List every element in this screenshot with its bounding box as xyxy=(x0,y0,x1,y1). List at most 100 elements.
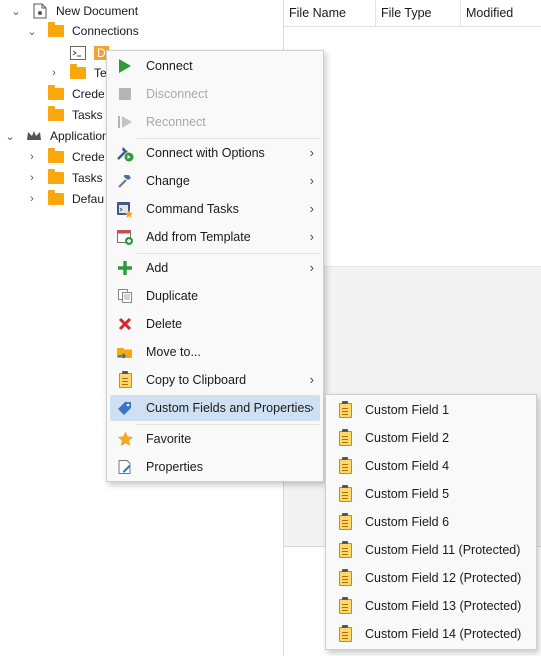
stop-icon xyxy=(115,84,135,104)
menu-item-reconnect[interactable]: Reconnect xyxy=(110,109,320,135)
submenu-item-custom-field[interactable]: Custom Field 1 xyxy=(329,397,534,423)
connect-options-icon xyxy=(115,143,135,163)
template-icon xyxy=(115,227,135,247)
menu-item-connect-with-options[interactable]: Connect with Options › xyxy=(110,140,320,166)
tree-node-connections[interactable]: ⌄ Connections xyxy=(26,21,139,41)
tree-node-app-credentials[interactable]: › Crede xyxy=(26,147,105,167)
collapse-chevron-icon[interactable]: ⌄ xyxy=(4,130,16,143)
column-header-file-name[interactable]: File Name xyxy=(284,0,376,26)
menu-item-custom-fields-and-properties[interactable]: Custom Fields and Properties › xyxy=(110,395,320,421)
submenu-arrow-icon: › xyxy=(309,145,314,160)
play-icon xyxy=(115,56,135,76)
menu-separator xyxy=(137,424,320,425)
clipboard-icon xyxy=(335,596,355,616)
folder-icon xyxy=(48,106,64,123)
clipboard-icon xyxy=(335,400,355,420)
collapse-chevron-icon[interactable]: ⌄ xyxy=(10,5,22,18)
clipboard-icon xyxy=(335,624,355,644)
duplicate-icon xyxy=(115,286,135,306)
menu-item-add[interactable]: Add › xyxy=(110,255,320,281)
delete-icon xyxy=(115,314,135,334)
expand-chevron-icon[interactable]: › xyxy=(48,67,60,79)
tree-node-credentials[interactable]: Crede xyxy=(48,84,105,104)
tree-node-label: Tasks xyxy=(72,171,103,185)
move-folder-icon xyxy=(115,342,135,362)
submenu-item-custom-field-protected[interactable]: Custom Field 14 (Protected) xyxy=(329,621,534,647)
menu-item-copy-to-clipboard[interactable]: Copy to Clipboard › xyxy=(110,367,320,393)
tag-icon xyxy=(115,398,135,418)
submenu-arrow-icon: › xyxy=(309,372,314,387)
folder-icon xyxy=(48,190,64,207)
submenu-item-custom-field-protected[interactable]: Custom Field 12 (Protected) xyxy=(329,565,534,591)
properties-icon xyxy=(115,457,135,477)
submenu-item-custom-field-protected[interactable]: Custom Field 13 (Protected) xyxy=(329,593,534,619)
tree-node-label: Crede xyxy=(72,150,105,164)
tree-node-folder[interactable]: › Te xyxy=(48,63,107,83)
clipboard-icon xyxy=(335,540,355,560)
submenu-item-custom-field[interactable]: Custom Field 6 xyxy=(329,509,534,535)
menu-item-favorite[interactable]: Favorite xyxy=(110,426,320,452)
clipboard-icon xyxy=(335,456,355,476)
submenu-arrow-icon: › xyxy=(309,260,314,275)
submenu-arrow-icon: › xyxy=(309,400,314,415)
folder-icon xyxy=(48,169,64,186)
clipboard-icon xyxy=(335,512,355,532)
submenu-item-custom-field-protected[interactable]: Custom Field 11 (Protected) xyxy=(329,537,534,563)
submenu-arrow-icon: › xyxy=(309,173,314,188)
expand-chevron-icon[interactable]: › xyxy=(26,151,38,163)
menu-item-change[interactable]: Change › xyxy=(110,168,320,194)
folder-icon xyxy=(48,22,64,39)
tree-node-label: Crede xyxy=(72,87,105,101)
clipboard-icon xyxy=(335,428,355,448)
menu-item-disconnect[interactable]: Disconnect xyxy=(110,81,320,107)
collapse-chevron-icon[interactable]: ⌄ xyxy=(26,25,38,38)
tree-node-app-defaults[interactable]: › Defau xyxy=(26,189,104,209)
tree-node-application[interactable]: ⌄ Application xyxy=(4,126,109,146)
column-header-file-type[interactable]: File Type xyxy=(376,0,461,26)
grid-header: File Name File Type Modified xyxy=(284,0,541,27)
menu-separator xyxy=(137,138,320,139)
reconnect-icon xyxy=(115,112,135,132)
submenu-item-custom-field[interactable]: Custom Field 5 xyxy=(329,481,534,507)
folder-icon xyxy=(48,148,64,165)
tree-node-label: Application xyxy=(50,129,109,143)
menu-item-connect[interactable]: Connect xyxy=(110,53,320,79)
tree-node-app-tasks[interactable]: › Tasks xyxy=(26,168,103,188)
tree-node-label: Defau xyxy=(72,192,105,206)
tree-node-label: Connections xyxy=(72,24,139,38)
submenu-item-custom-field[interactable]: Custom Field 4 xyxy=(329,453,534,479)
tree-node-new-document[interactable]: ⌄ New Document xyxy=(10,1,138,21)
clipboard-icon xyxy=(335,568,355,588)
context-menu: Connect Disconnect Reconnect Connect wit… xyxy=(106,50,324,482)
tree-node-selected-connection[interactable]: D xyxy=(70,43,109,63)
document-icon xyxy=(32,3,48,19)
submenu-arrow-icon: › xyxy=(309,229,314,244)
menu-item-delete[interactable]: Delete xyxy=(110,311,320,337)
hammer-icon xyxy=(115,171,135,191)
menu-item-add-from-template[interactable]: Add from Template › xyxy=(110,224,320,250)
tree-node-tasks[interactable]: Tasks xyxy=(48,105,103,125)
custom-fields-submenu: Custom Field 1 Custom Field 2 Custom Fie… xyxy=(325,394,537,650)
tree-node-label: Te xyxy=(94,66,107,80)
menu-item-move-to[interactable]: Move to... xyxy=(110,339,320,365)
menu-item-command-tasks[interactable]: Command Tasks › xyxy=(110,196,320,222)
menu-separator xyxy=(137,253,320,254)
plus-icon xyxy=(115,258,135,278)
crown-icon xyxy=(26,128,42,144)
clipboard-icon xyxy=(335,484,355,504)
command-tasks-icon xyxy=(115,199,135,219)
submenu-arrow-icon: › xyxy=(309,201,314,216)
menu-item-duplicate[interactable]: Duplicate xyxy=(110,283,320,309)
folder-icon xyxy=(70,64,86,81)
terminal-icon xyxy=(70,45,86,61)
expand-chevron-icon[interactable]: › xyxy=(26,193,38,205)
folder-icon xyxy=(48,85,64,102)
menu-item-properties[interactable]: Properties xyxy=(110,454,320,480)
star-icon xyxy=(115,429,135,449)
clipboard-icon xyxy=(115,370,135,390)
tree-node-label: New Document xyxy=(56,4,139,18)
expand-chevron-icon[interactable]: › xyxy=(26,172,38,184)
submenu-item-custom-field[interactable]: Custom Field 2 xyxy=(329,425,534,451)
column-header-modified[interactable]: Modified xyxy=(461,0,541,26)
tree-node-label: Tasks xyxy=(72,108,103,122)
